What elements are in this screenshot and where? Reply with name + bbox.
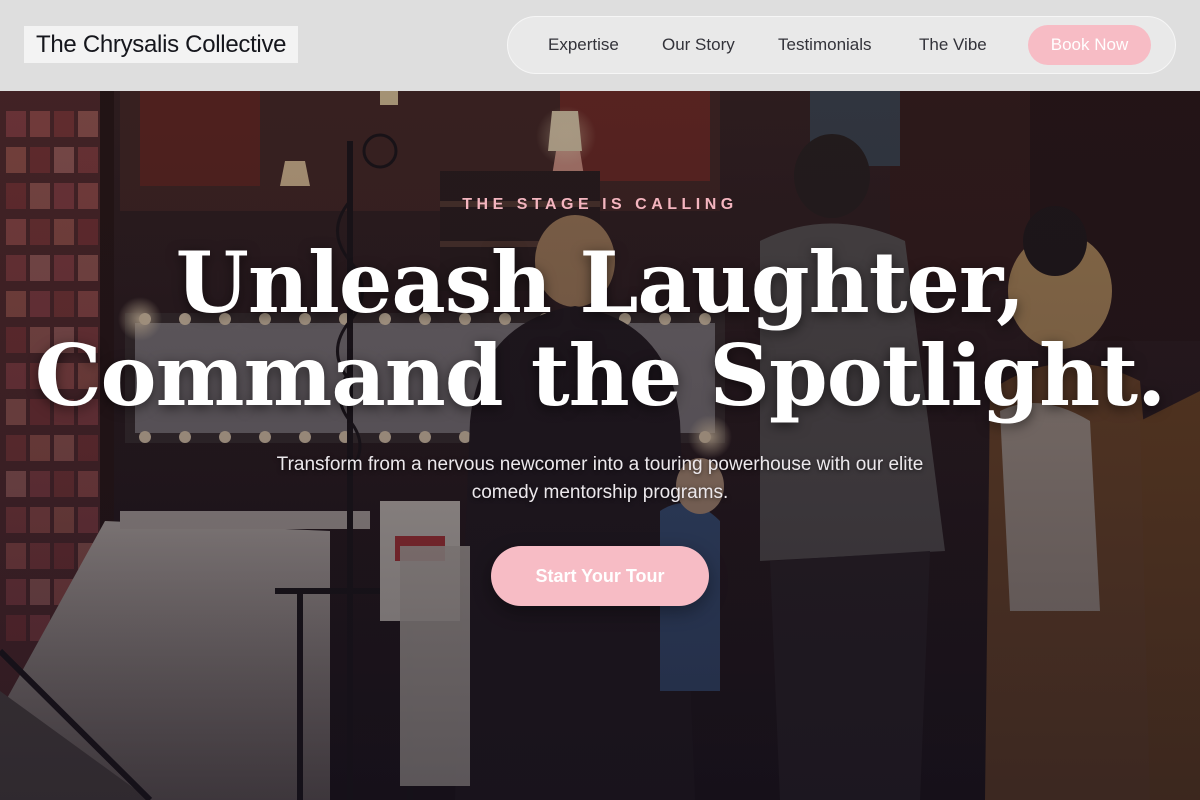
nav-link-the-vibe[interactable]: The Vibe [919,17,987,75]
nav-link-our-story[interactable]: Our Story [662,17,735,75]
landing-page: The Chrysalis Collective Expertise Our S… [0,0,1200,800]
hero-headline-line-2: Command the Spotlight. [34,326,1167,425]
hero-headline-line-1: Unleash Laughter, [175,233,1026,332]
start-your-tour-button[interactable]: Start Your Tour [491,546,709,606]
nav-link-expertise[interactable]: Expertise [548,17,619,75]
main-nav: Expertise Our Story Testimonials The Vib… [507,16,1176,74]
hero-eyebrow: THE STAGE IS CALLING [462,196,738,213]
hero-headline: Unleash Laughter, Command the Spotlight. [0,236,1200,422]
nav-link-testimonials[interactable]: Testimonials [778,17,872,75]
brand-logo[interactable]: The Chrysalis Collective [24,26,299,63]
hero-subtext: Transform from a nervous newcomer into a… [276,454,924,503]
site-header: The Chrysalis Collective Expertise Our S… [0,0,1200,91]
book-now-button[interactable]: Book Now [1028,25,1151,65]
